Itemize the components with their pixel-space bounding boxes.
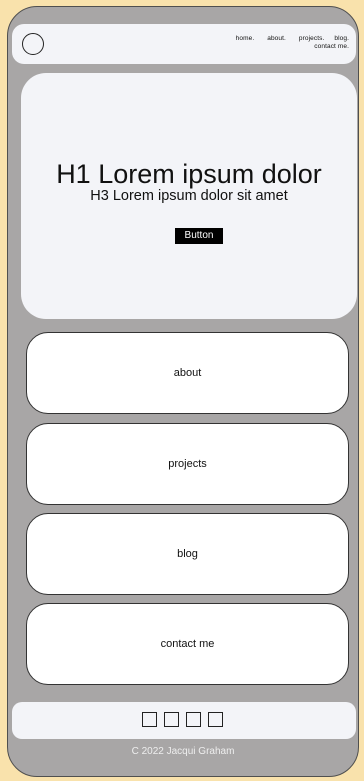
nav-item-about[interactable]: about.: [267, 35, 286, 43]
card-blog[interactable]: blog: [26, 513, 349, 595]
hero-subheading: H3 Lorem ipsum dolor sit amet: [90, 188, 288, 204]
hero-heading: H1 Lorem ipsum dolor: [56, 159, 322, 189]
nav-item-home[interactable]: home.: [236, 35, 255, 43]
card-projects[interactable]: projects: [26, 423, 349, 505]
nav-menu: home. about. projects. blog. contact me.: [199, 35, 349, 51]
logo-icon[interactable]: [22, 33, 44, 55]
card-label: contact me: [160, 638, 215, 650]
social-icon-4[interactable]: [208, 712, 223, 727]
phone-frame: home. about. projects. blog. contact me. H1…: [7, 6, 359, 777]
card-contact-me[interactable]: contact me: [26, 603, 349, 685]
footer-bar: [12, 702, 356, 739]
hero-section: H1 Lorem ipsum dolor H3 Lorem ipsum dolo…: [21, 73, 357, 319]
page: home. about. projects. blog. contact me. H1…: [0, 0, 364, 781]
nav-item-blog[interactable]: blog.: [334, 35, 349, 43]
card-about[interactable]: about: [26, 332, 349, 414]
top-nav-bar: home. about. projects. blog. contact me.: [12, 24, 356, 64]
nav-item-projects[interactable]: projects.: [299, 35, 324, 43]
card-label: blog: [177, 548, 198, 560]
nav-item-contact[interactable]: contact me.: [314, 43, 349, 51]
copyright-text: C 2022 Jacqui Graham: [131, 746, 235, 757]
social-icon-3[interactable]: [186, 712, 201, 727]
card-label: about: [173, 367, 202, 379]
social-icon-1[interactable]: [142, 712, 157, 727]
card-label: projects: [168, 458, 207, 470]
social-icon-2[interactable]: [164, 712, 179, 727]
hero-button[interactable]: Button: [175, 228, 223, 244]
